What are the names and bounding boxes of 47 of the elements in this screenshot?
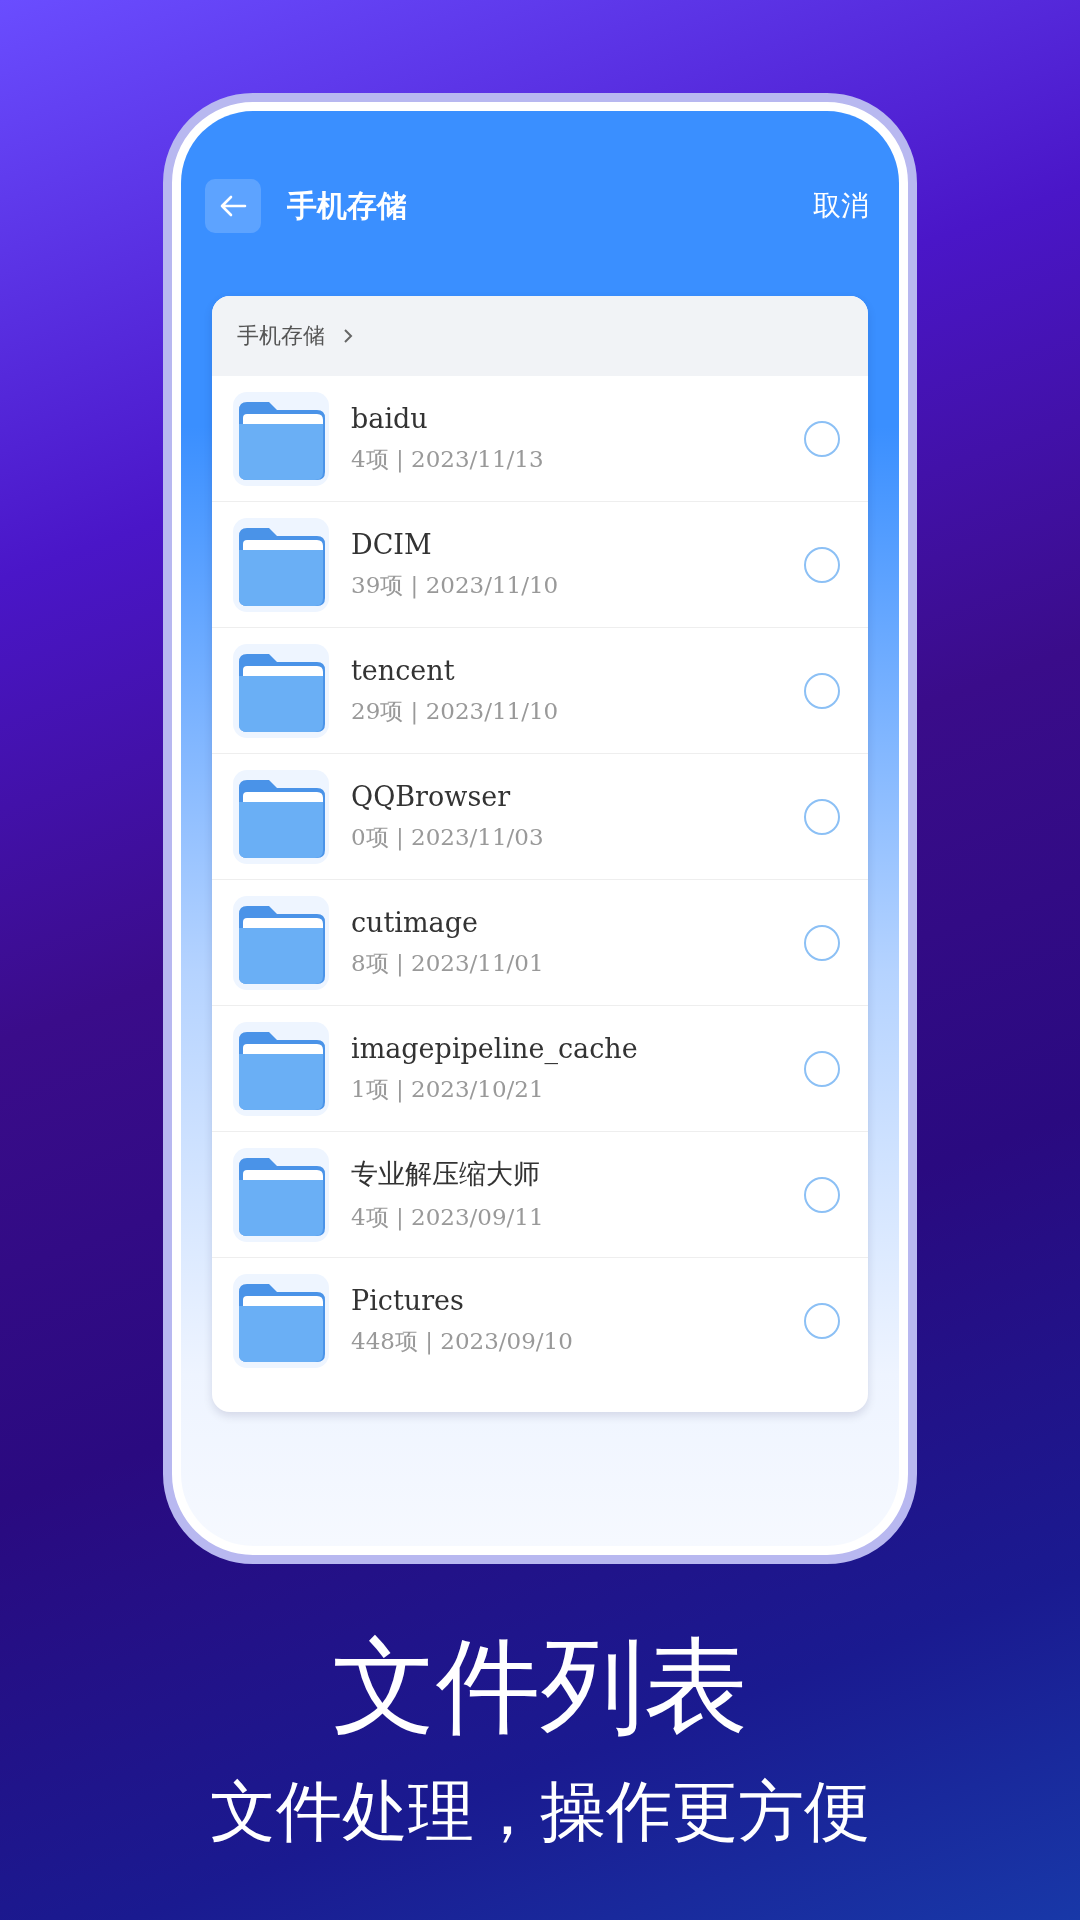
folder-details: 1项 | 2023/10/21 [351,1074,545,1105]
folder-details: 4项 | 2023/11/13 [351,444,545,475]
select-radio[interactable] [804,1176,840,1213]
screen-title: 手机存储 [287,186,408,225]
folder-row[interactable]: DCIM 39项 | 2023/11/10 [212,502,868,628]
folder-icon [233,391,329,486]
folder-name: QQBrowser [351,780,512,812]
folder-icon [233,517,329,612]
folder-row[interactable]: 专业解压缩大师 4项 | 2023/09/11 [212,1132,868,1258]
chevron-right-icon [343,328,353,344]
folder-icon [233,769,329,864]
folder-icon [233,643,329,738]
select-radio[interactable] [804,420,840,457]
folder-name: DCIM [351,528,433,560]
select-radio[interactable] [804,672,840,709]
folder-details: 39项 | 2023/11/10 [351,570,560,601]
folder-icon [233,1021,329,1116]
folder-row[interactable]: QQBrowser 0项 | 2023/11/03 [212,754,868,880]
folder-name: Pictures [351,1285,465,1316]
caption-subtitle: 文件处理，操作更方便 [210,1772,870,1852]
folder-details: 29项 | 2023/11/10 [351,696,560,727]
folder-icon [233,1274,329,1368]
folder-name: baidu [351,402,429,434]
folder-details: 4项 | 2023/09/11 [351,1203,545,1233]
folder-details: 8项 | 2023/11/01 [351,948,545,979]
folder-name: tencent [351,654,456,686]
select-radio[interactable] [804,1050,840,1087]
back-button[interactable] [205,179,261,233]
folder-details: 0项 | 2023/11/03 [351,822,545,853]
back-arrow-icon [219,194,247,218]
folder-row[interactable]: Pictures 448项 | 2023/09/10 [212,1258,868,1384]
folder-name: 专业解压缩大师 [351,1157,541,1191]
select-radio[interactable] [804,546,840,583]
select-radio[interactable] [804,1303,840,1339]
folder-details: 448项 | 2023/09/10 [351,1327,574,1357]
folder-row[interactable]: baidu 4项 | 2023/11/13 [212,376,868,502]
breadcrumb-link[interactable]: 手机存储 [237,321,325,351]
folder-row[interactable]: cutimage 8项 | 2023/11/01 [212,880,868,1006]
select-radio[interactable] [804,924,840,961]
folder-name: cutimage [351,906,479,938]
caption-title: 文件列表 [332,1626,748,1746]
select-radio[interactable] [804,798,840,835]
folder-row[interactable]: tencent 29项 | 2023/11/10 [212,628,868,754]
folder-icon [233,895,329,990]
folder-row[interactable]: imagepipeline_cache 1项 | 2023/10/21 [212,1006,868,1132]
folder-icon [233,1147,329,1242]
folder-name: imagepipeline_cache [351,1032,639,1064]
